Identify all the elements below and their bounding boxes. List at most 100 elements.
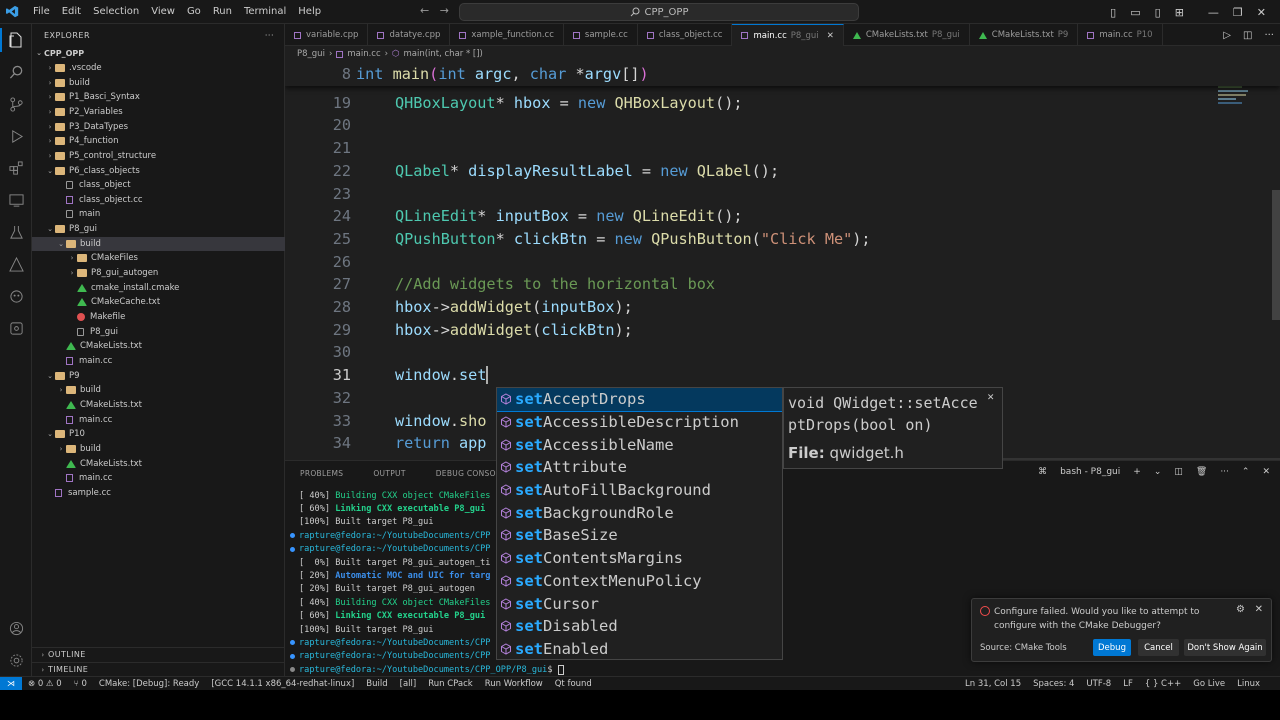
editor-tab[interactable]: main.cc P8_gui ✕ (732, 24, 844, 46)
status-item[interactable]: Run CPack (422, 679, 478, 689)
cancel-button[interactable]: Cancel (1138, 639, 1179, 656)
status-item[interactable]: Build (360, 679, 393, 689)
menu-item-terminal[interactable]: Terminal (238, 6, 292, 17)
breadcrumb-symbol[interactable]: main(int, char * []) (403, 49, 482, 59)
command-decoration-icon[interactable] (290, 546, 295, 552)
status-item[interactable]: [GCC 14.1.1 x86_64-redhat-linux] (205, 679, 360, 689)
editor-tab[interactable]: variable.cpp (285, 24, 369, 46)
panel-more-icon[interactable]: ··· (1220, 467, 1229, 477)
tree-item[interactable]: main (32, 207, 285, 222)
suggest-item[interactable]: set BaseSize (497, 524, 782, 547)
suggest-item[interactable]: set BackgroundRole (497, 501, 782, 524)
toggle-sidebar-icon[interactable]: ▯ (1110, 6, 1116, 19)
editor-tab[interactable]: main.cc P10 (1078, 24, 1163, 46)
tree-item[interactable]: ⌄ P10 (32, 427, 285, 442)
toggle-secondary-sidebar-icon[interactable]: ▯ (1155, 6, 1161, 19)
status-item[interactable]: ⊗ 0 ⚠ 0 (22, 679, 68, 689)
tree-item[interactable]: › .vscode (32, 61, 285, 76)
editor-scroll-thumb[interactable] (1272, 190, 1280, 320)
tree-item[interactable]: › P5_control_structure (32, 149, 285, 164)
suggest-item[interactable]: set Cursor (497, 592, 782, 615)
workspace-root[interactable]: ⌄ CPP_OPP (32, 46, 285, 61)
suggest-item[interactable]: set Enabled (497, 638, 782, 659)
panel-tab[interactable]: PROBLEMS (285, 469, 358, 478)
menu-item-view[interactable]: View (145, 6, 181, 17)
status-item[interactable]: { } C++ (1139, 679, 1187, 689)
close-notification-icon[interactable]: ✕ (1255, 604, 1263, 615)
command-decoration-icon[interactable] (290, 653, 295, 659)
tree-item[interactable]: ⌄ P8_gui (32, 222, 285, 237)
forward-arrow-icon[interactable]: → (440, 4, 449, 17)
run-file-icon[interactable]: ▷ (1223, 30, 1231, 41)
search-view-icon[interactable] (7, 63, 25, 81)
tree-item[interactable]: › P3_DataTypes (32, 119, 285, 134)
settings-gear-icon[interactable] (7, 651, 25, 669)
timeline-section[interactable]: › TIMELINE (32, 662, 285, 676)
menu-item-run[interactable]: Run (207, 6, 238, 17)
split-editor-icon[interactable]: ◫ (1243, 30, 1252, 41)
maximize-icon[interactable]: ❐ (1233, 6, 1243, 19)
terminal-name[interactable]: bash - P8_gui (1060, 467, 1120, 477)
status-item[interactable]: CMake: [Debug]: Ready (93, 679, 205, 689)
tree-item[interactable]: CMakeLists.txt (32, 398, 285, 413)
debug-button[interactable]: Debug (1093, 639, 1131, 656)
toggle-panel-icon[interactable]: ▭ (1130, 6, 1140, 19)
status-item[interactable]: Go Live (1187, 679, 1231, 689)
run-debug-icon[interactable] (7, 127, 25, 145)
tree-item[interactable]: › build (32, 442, 285, 457)
editor-scrollbar[interactable] (1270, 62, 1280, 460)
tree-item[interactable]: › build (32, 383, 285, 398)
tree-item[interactable]: › build (32, 75, 285, 90)
more-actions-icon[interactable]: ··· (265, 31, 274, 40)
remote-explorer-icon[interactable] (7, 191, 25, 209)
tree-item[interactable]: ⌄ build (32, 236, 285, 252)
testing-icon[interactable] (7, 223, 25, 241)
status-item[interactable]: Run Workflow (479, 679, 549, 689)
tree-item[interactable]: main.cc (32, 354, 285, 369)
panel-tab[interactable]: OUTPUT (358, 469, 420, 478)
suggest-item[interactable]: set Attribute (497, 456, 782, 479)
explorer-icon[interactable] (7, 31, 25, 49)
suggest-item[interactable]: set AcceptDrops (497, 388, 782, 412)
tree-item[interactable]: sample.cc (32, 486, 285, 501)
tree-item[interactable]: class_object.cc (32, 193, 285, 208)
tree-item[interactable]: main.cc (32, 471, 285, 486)
tree-item[interactable]: P8_gui (32, 324, 285, 339)
remote-indicator-icon[interactable]: ⋊ (0, 676, 22, 691)
status-item[interactable]: Ln 31, Col 15 (959, 679, 1027, 689)
back-arrow-icon[interactable]: ← (420, 4, 429, 17)
close-panel-icon[interactable]: ✕ (1262, 467, 1270, 477)
tree-item[interactable]: CMakeLists.txt (32, 456, 285, 471)
menu-item-edit[interactable]: Edit (56, 6, 87, 17)
menu-item-go[interactable]: Go (181, 6, 207, 17)
suggest-item[interactable]: set AutoFillBackground (497, 479, 782, 502)
menu-item-selection[interactable]: Selection (87, 6, 145, 17)
tree-item[interactable]: ⌄ P9 (32, 368, 285, 383)
qt-icon[interactable] (7, 319, 25, 337)
github-copilot-icon[interactable] (7, 287, 25, 305)
minimize-icon[interactable]: — (1208, 6, 1219, 19)
suggest-item[interactable]: set ContentsMargins (497, 547, 782, 570)
sticky-scroll-header[interactable]: 8 int main(int argc, char *argv[]) (285, 62, 1280, 86)
cmake-icon[interactable] (7, 255, 25, 273)
editor-tab[interactable]: class_object.cc (638, 24, 733, 46)
status-item[interactable]: Qt found (549, 679, 598, 689)
kill-terminal-icon[interactable]: 🗑 (1196, 467, 1207, 477)
source-control-icon[interactable] (7, 95, 25, 113)
accounts-icon[interactable] (7, 619, 25, 637)
command-decoration-icon[interactable] (290, 667, 295, 673)
breadcrumb-file[interactable]: main.cc (347, 49, 380, 59)
tree-item[interactable]: CMakeCache.txt (32, 295, 285, 310)
tree-item[interactable]: class_object (32, 178, 285, 193)
more-editor-actions-icon[interactable]: ··· (1264, 30, 1274, 41)
editor-tab[interactable]: xample_function.cc (450, 24, 564, 46)
close-tab-icon[interactable]: ✕ (827, 31, 834, 41)
tree-item[interactable]: Makefile (32, 310, 285, 325)
extensions-icon[interactable] (7, 159, 25, 177)
status-item[interactable]: Linux (1231, 679, 1266, 689)
close-details-icon[interactable]: ✕ (987, 390, 994, 403)
command-decoration-icon[interactable] (290, 533, 295, 539)
tree-item[interactable]: › P4_function (32, 134, 285, 149)
tree-item[interactable]: ⌄ P6_class_objects (32, 163, 285, 178)
command-center-search[interactable]: CPP_OPP (459, 3, 859, 21)
